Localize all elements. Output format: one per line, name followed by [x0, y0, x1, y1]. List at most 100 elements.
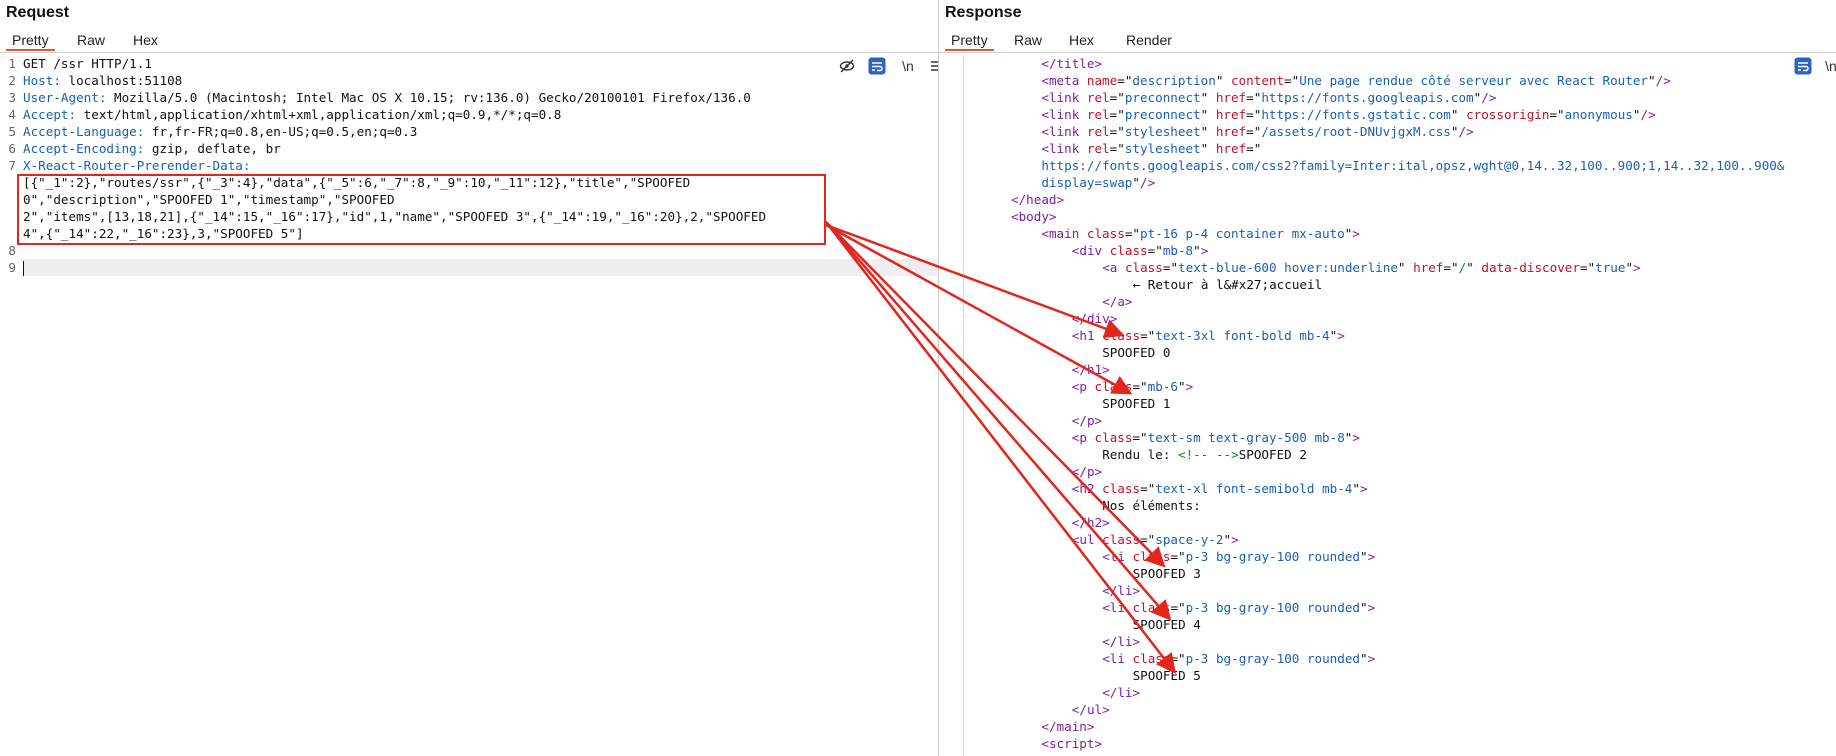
code-token-txt: "	[1397, 260, 1414, 275]
response-line[interactable]: Rendu le: <!-- -->SPOOFED 2	[973, 446, 1836, 463]
code-token-txt: "	[1200, 107, 1216, 122]
response-line[interactable]: SPOOFED 4	[973, 616, 1836, 633]
request-line[interactable]: 2","items",[13,18,21],{"_14":15,"_16":17…	[23, 208, 938, 225]
header-value: 4",{"_14":22,"_16":23},3,"SPOOFED 5"]	[23, 226, 304, 241]
request-tab-hex[interactable]: Hex	[127, 30, 164, 50]
code-token-txt: "	[1466, 260, 1482, 275]
code-token-aval: https://fonts.gstatic.com	[1261, 107, 1451, 122]
code-token-tag: <h2	[1071, 481, 1103, 496]
response-tab-render[interactable]: Render	[1120, 30, 1178, 50]
response-line[interactable]: Nos éléments:	[973, 497, 1836, 514]
response-title: Response	[945, 4, 1022, 21]
code-token-tag: </a>	[1102, 294, 1133, 309]
response-tabs: Pretty Raw Hex Render \n	[939, 28, 1836, 75]
response-line[interactable]: <meta name="description" content="Une pa…	[973, 72, 1836, 89]
response-line[interactable]: <p class="text-sm text-gray-500 mb-8">	[973, 429, 1836, 446]
response-editor[interactable]: </title> <meta name="description" content…	[939, 55, 1836, 756]
request-line[interactable]: 0","description","SPOOFED 1","timestamp"…	[23, 191, 938, 208]
response-line[interactable]: </p>	[973, 463, 1836, 480]
response-line[interactable]: </ul>	[973, 701, 1836, 718]
request-line[interactable]: Accept-Encoding: gzip, deflate, br	[23, 140, 938, 157]
request-line[interactable]: Accept: text/html,application/xhtml+xml,…	[23, 106, 938, 123]
code-token-aval: p-3 bg-gray-100 rounded	[1185, 549, 1361, 564]
request-line[interactable]	[23, 259, 938, 276]
response-line[interactable]: <ul class="space-y-2">	[973, 531, 1836, 548]
code-token-tag: </ul>	[1071, 702, 1110, 717]
response-code-lines[interactable]: </title> <meta name="description" content…	[973, 55, 1836, 752]
response-line[interactable]: SPOOFED 3	[973, 565, 1836, 582]
response-line[interactable]: <h2 class="text-xl font-semibold mb-4">	[973, 480, 1836, 497]
code-token-attr: href	[1215, 141, 1247, 156]
code-token-attr: class	[1132, 549, 1171, 564]
response-line[interactable]: </li>	[973, 582, 1836, 599]
response-line[interactable]: ← Retour à l&#x27;accueil	[973, 276, 1836, 293]
request-line[interactable]: User-Agent: Mozilla/5.0 (Macintosh; Inte…	[23, 89, 938, 106]
header-value: 0","description","SPOOFED 1","timestamp"…	[23, 192, 395, 207]
request-line[interactable]: X-React-Router-Prerender-Data:	[23, 157, 938, 174]
code-token-txt: SPOOFED 0	[1102, 345, 1171, 360]
code-token-tag: <a	[1102, 260, 1125, 275]
response-line[interactable]: <li class="p-3 bg-gray-100 rounded">	[973, 548, 1836, 565]
code-token-txt: "	[1132, 175, 1140, 190]
request-line[interactable]: GET /ssr HTTP/1.1	[23, 55, 938, 72]
code-token-txt: ="	[1443, 260, 1459, 275]
response-line[interactable]: <link rel="stylesheet" href="/assets/roo…	[973, 123, 1836, 140]
code-token-tag: >	[1367, 549, 1376, 564]
response-line[interactable]: </li>	[973, 633, 1836, 650]
code-token-attr: class	[1132, 600, 1171, 615]
response-line[interactable]: </div>	[973, 310, 1836, 327]
code-token-tag: <link	[1041, 141, 1087, 156]
code-token-txt: ="	[1246, 124, 1262, 139]
response-line[interactable]: <h1 class="text-3xl font-bold mb-4">	[973, 327, 1836, 344]
response-line[interactable]: https://fonts.googleapis.com/css2?family…	[973, 157, 1836, 174]
response-line[interactable]: </h1>	[973, 361, 1836, 378]
code-token-aval: preconnect	[1124, 90, 1201, 105]
request-line[interactable]: Host: localhost:51108	[23, 72, 938, 89]
response-line[interactable]: <script>	[973, 735, 1836, 752]
response-tab-pretty[interactable]: Pretty	[945, 30, 994, 51]
request-tab-pretty[interactable]: Pretty	[6, 30, 55, 51]
code-token-tag: </title>	[1041, 56, 1103, 71]
request-line[interactable]: [{"_1":2},"routes/ssr",{"_3":4},"data",{…	[23, 174, 938, 191]
response-line[interactable]: </main>	[973, 718, 1836, 735]
response-line[interactable]: <link rel="preconnect" href="https://fon…	[973, 106, 1836, 123]
code-token-aval: true	[1595, 260, 1626, 275]
response-line[interactable]: </a>	[973, 293, 1836, 310]
request-tab-raw[interactable]: Raw	[71, 30, 111, 50]
response-line[interactable]: SPOOFED 1	[973, 395, 1836, 412]
code-token-aval: text-blue-600 hover:underline	[1178, 260, 1398, 275]
response-line[interactable]: </head>	[973, 191, 1836, 208]
code-token-txt: ="	[1140, 532, 1156, 547]
response-line[interactable]: display=swap"/>	[973, 174, 1836, 191]
response-line[interactable]: <main class="pt-16 p-4 container mx-auto…	[973, 225, 1836, 242]
response-line[interactable]: <li class="p-3 bg-gray-100 rounded">	[973, 650, 1836, 667]
code-token-txt: ="	[1162, 260, 1179, 275]
response-line[interactable]: SPOOFED 5	[973, 667, 1836, 684]
response-line[interactable]: </p>	[973, 412, 1836, 429]
response-line[interactable]: <a class="text-blue-600 hover:underline"…	[973, 259, 1836, 276]
code-token-aval: stylesheet	[1124, 124, 1201, 139]
response-line[interactable]: <link rel="preconnect" href="https://fon…	[973, 89, 1836, 106]
response-tab-raw[interactable]: Raw	[1008, 30, 1048, 50]
code-token-tag: >	[1337, 328, 1345, 343]
request-editor[interactable]: 123456789 GET /ssr HTTP/1.1 Host: localho…	[0, 55, 938, 756]
response-line[interactable]: SPOOFED 0	[973, 344, 1836, 361]
request-line[interactable]	[23, 242, 938, 259]
response-line[interactable]: </title>	[973, 55, 1836, 72]
code-token-txt: ="	[1284, 73, 1300, 88]
response-line[interactable]: <li class="p-3 bg-gray-100 rounded">	[973, 599, 1836, 616]
code-token-tag: </p>	[1071, 464, 1103, 479]
response-line[interactable]: <p class="mb-6">	[973, 378, 1836, 395]
response-line[interactable]: </li>	[973, 684, 1836, 701]
code-token-tag: </p>	[1071, 413, 1103, 428]
response-line[interactable]: <link rel="stylesheet" href="	[973, 140, 1836, 157]
response-tab-hex[interactable]: Hex	[1063, 30, 1100, 50]
request-code-lines[interactable]: GET /ssr HTTP/1.1 Host: localhost:51108 Us…	[23, 55, 938, 276]
response-line[interactable]: </h2>	[973, 514, 1836, 531]
code-token-aval: text-3xl font-bold mb-4	[1155, 328, 1330, 343]
response-line[interactable]: <body>	[973, 208, 1836, 225]
request-line[interactable]: 4",{"_14":22,"_16":23},3,"SPOOFED 5"]	[23, 225, 938, 242]
response-line[interactable]: <div class="mb-8">	[973, 242, 1836, 259]
request-line[interactable]: Accept-Language: fr,fr-FR;q=0.8,en-US;q=…	[23, 123, 938, 140]
code-token-attr: class	[1102, 532, 1141, 547]
